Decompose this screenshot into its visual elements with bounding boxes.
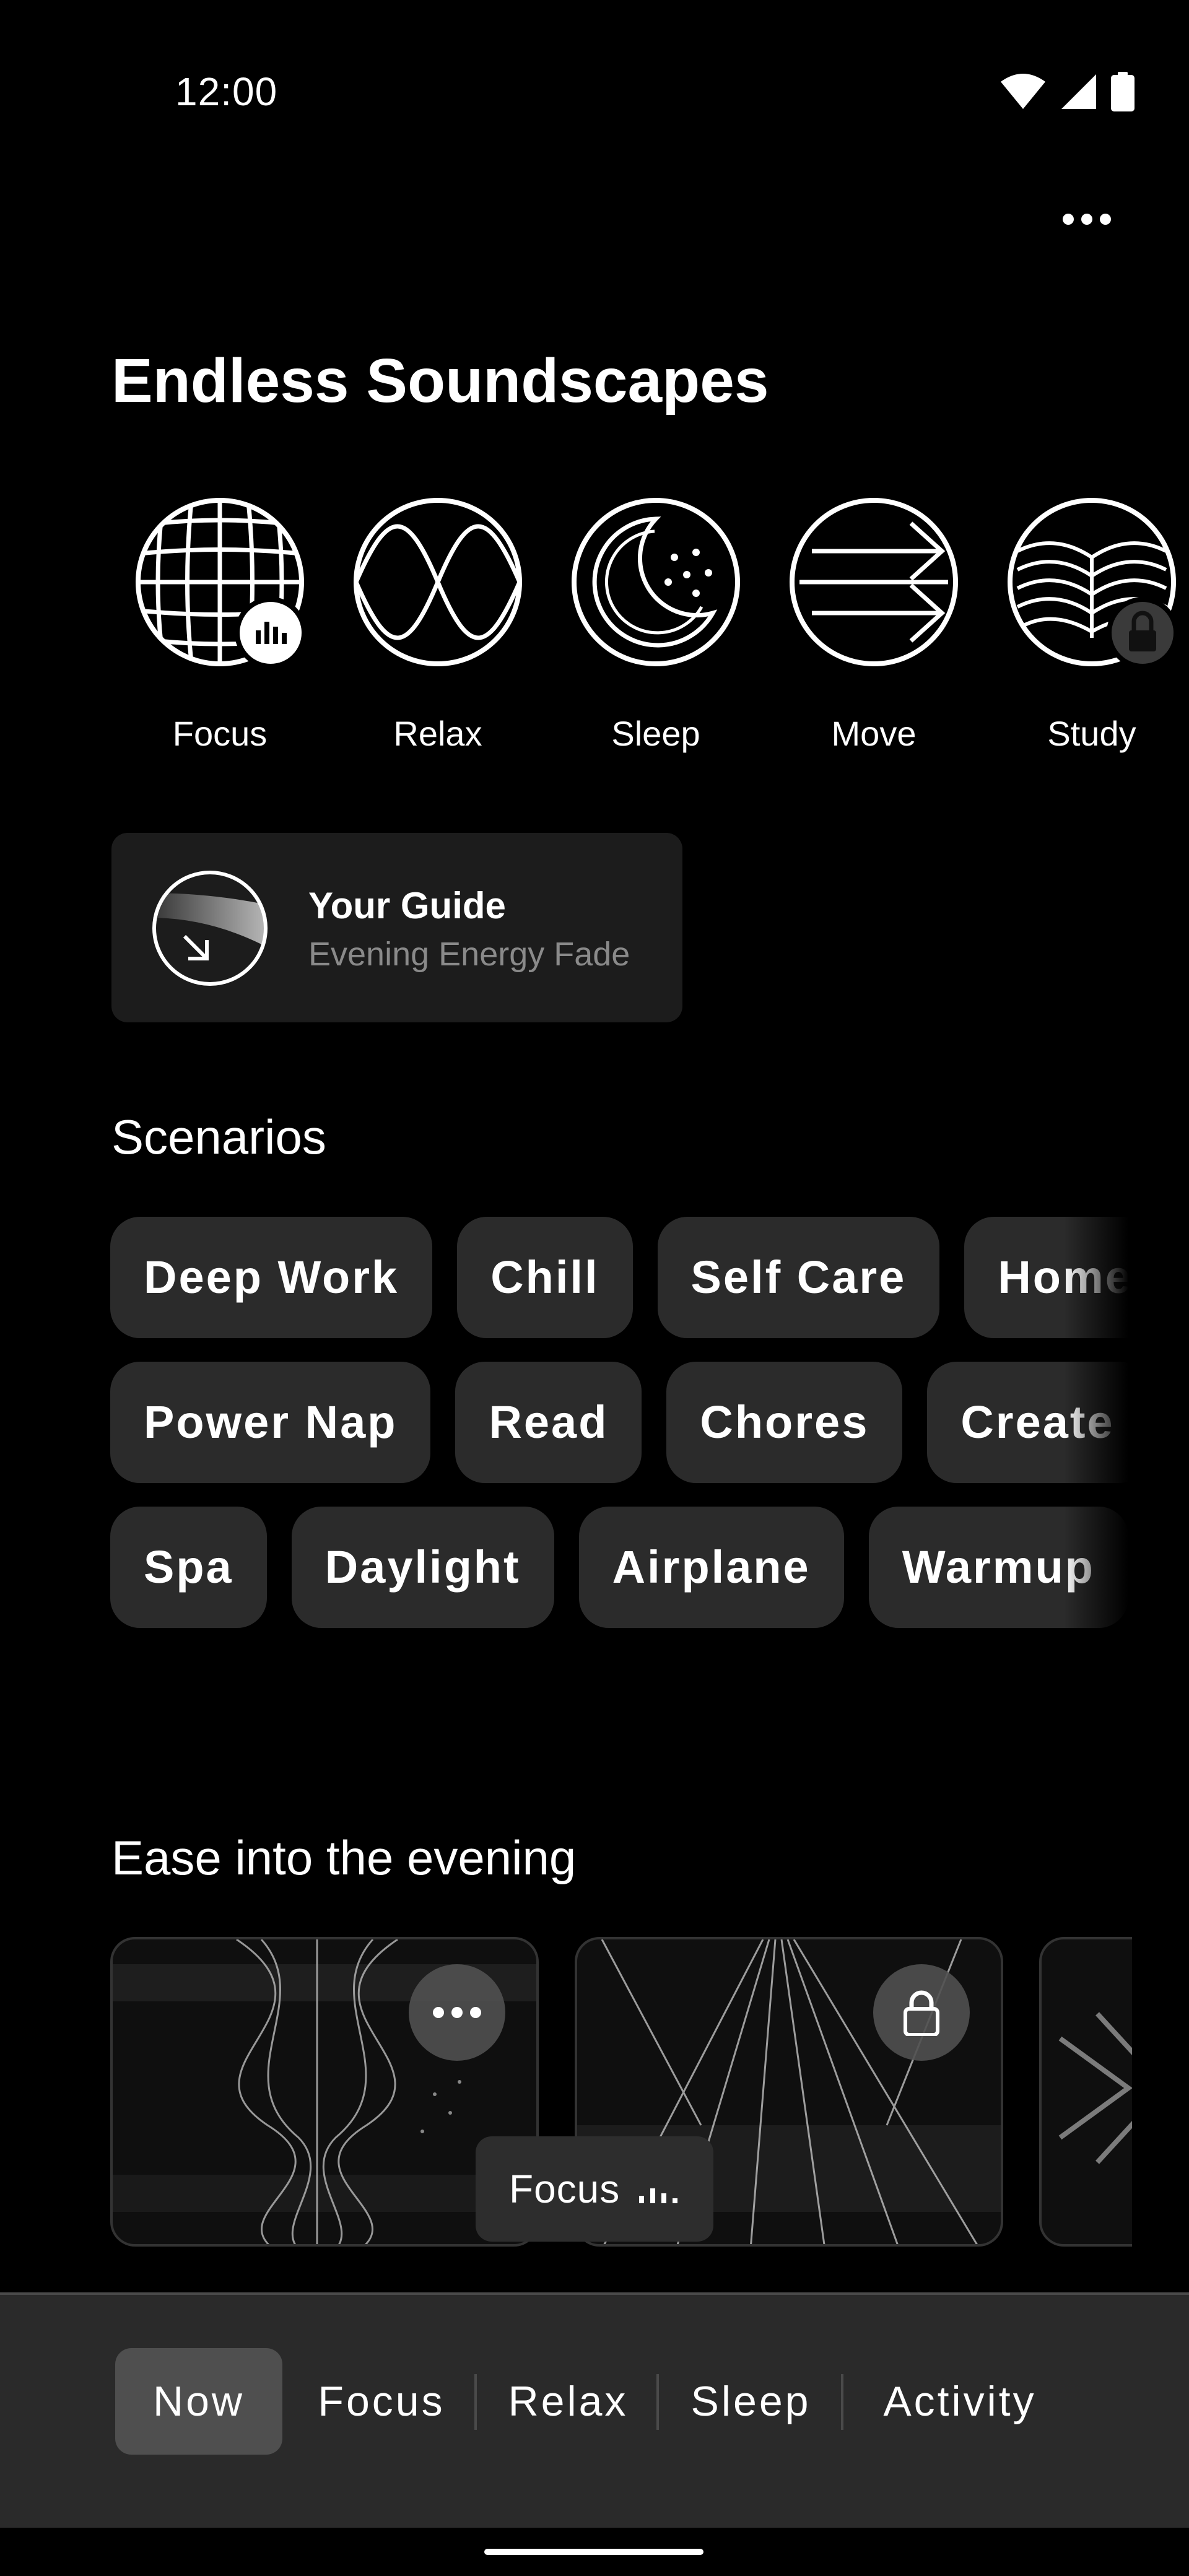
category-study[interactable]: Study: [1002, 495, 1182, 755]
category-label: Focus: [172, 714, 268, 753]
card-more-button[interactable]: [409, 1964, 505, 2061]
open-book-icon: [1008, 498, 1178, 669]
scenario-chip[interactable]: Chill: [457, 1217, 633, 1338]
moon-stars-icon: [572, 498, 740, 666]
now-playing-label: Focus: [508, 2167, 621, 2211]
tab-divider: [474, 2374, 477, 2430]
grid-globe-icon: [136, 498, 307, 669]
category-move[interactable]: Move: [784, 495, 964, 755]
tab-focus[interactable]: Focus: [301, 2348, 462, 2455]
category-focus[interactable]: Focus: [130, 495, 310, 755]
home-indicator[interactable]: [484, 2549, 703, 2555]
tab-now[interactable]: Now: [115, 2348, 282, 2455]
tab-divider: [841, 2374, 843, 2430]
lock-icon: [904, 1990, 939, 2036]
scenario-chip[interactable]: Spa: [110, 1507, 267, 1628]
category-label: Relax: [393, 714, 482, 753]
category-row: Focus Relax Sleep Move Study: [130, 495, 1189, 762]
category-label: Study: [1047, 714, 1136, 753]
sine-wave-icon: [354, 498, 522, 666]
category-label: Move: [831, 714, 917, 753]
scenario-chip[interactable]: Chores: [666, 1362, 903, 1483]
scenario-chip[interactable]: Airplane: [578, 1507, 844, 1628]
page-title: Endless Soundscapes: [111, 346, 769, 416]
tab-divider: [656, 2374, 659, 2430]
status-icons: [1000, 67, 1135, 116]
guide-title: Your Guide: [308, 885, 506, 926]
scenario-chip[interactable]: Power Nap: [110, 1362, 431, 1483]
scenarios-heading: Scenarios: [111, 1110, 326, 1164]
scenario-chip[interactable]: Self Care: [657, 1217, 940, 1338]
equalizer-badge-icon: [240, 602, 302, 664]
equalizer-icon: [639, 2188, 678, 2204]
now-playing-pill[interactable]: Focus: [476, 2136, 713, 2242]
scenario-chip[interactable]: Deep Work: [110, 1217, 433, 1338]
evening-heading: Ease into the evening: [111, 1830, 577, 1885]
scenario-chips: Deep WorkChillSelf CareHomework Power Na…: [110, 1217, 1132, 1632]
energy-fade-icon: [152, 871, 268, 986]
cellular-signal-icon: [1061, 74, 1096, 109]
wifi-icon: [1001, 74, 1045, 109]
battery-icon: [1111, 72, 1135, 111]
scenario-chip[interactable]: Daylight: [291, 1507, 554, 1628]
category-sleep[interactable]: Sleep: [566, 495, 746, 755]
guide-card[interactable]: Your Guide Evening Energy Fade: [111, 833, 682, 1022]
card-lock-button[interactable]: [873, 1964, 970, 2061]
soundscape-card[interactable]: [110, 1937, 539, 2247]
scenario-chip[interactable]: Read: [455, 1362, 642, 1483]
scroll-fade: [1064, 1217, 1132, 1632]
more-options-button[interactable]: [1063, 214, 1111, 225]
category-relax[interactable]: Relax: [348, 495, 528, 755]
bottom-nav: Now Focus Relax Sleep Activity: [0, 2292, 1189, 2528]
category-label: Sleep: [611, 714, 700, 753]
guide-subtitle: Evening Energy Fade: [308, 936, 630, 973]
arrows-right-icon: [790, 498, 958, 666]
more-dots-icon: [433, 2007, 481, 2018]
card-artwork: [1058, 2012, 1132, 2164]
tab-activity[interactable]: Activity: [858, 2348, 1062, 2455]
soundscape-card[interactable]: [1039, 1937, 1132, 2247]
status-time: 12:00: [175, 69, 278, 114]
tab-sleep[interactable]: Sleep: [672, 2348, 830, 2455]
tab-relax[interactable]: Relax: [489, 2348, 647, 2455]
